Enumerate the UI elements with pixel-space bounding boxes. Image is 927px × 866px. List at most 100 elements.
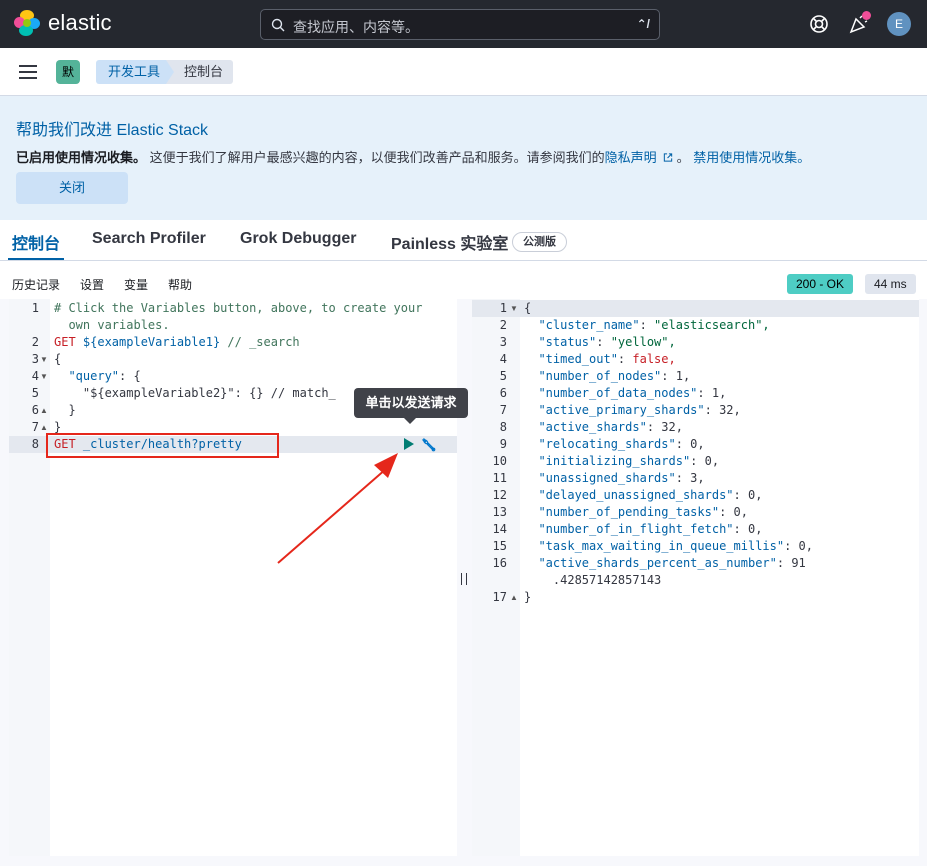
privacy-link[interactable]: 隐私声明 xyxy=(605,150,657,165)
output-code-line: "task_max_waiting_in_queue_millis": 0, xyxy=(524,539,813,553)
output-code-line: "unassigned_shards": 3, xyxy=(524,471,705,485)
search-shortcut: ⌃/ xyxy=(636,17,650,31)
output-line-number: 2 xyxy=(499,318,507,332)
line-number: 7 xyxy=(31,420,39,434)
elastic-logo-icon xyxy=(14,10,40,36)
output-code-line: } xyxy=(524,590,532,604)
output-line-number: 5 xyxy=(499,369,507,383)
line-number: 2 xyxy=(31,335,39,349)
output-code-line: "number_of_nodes": 1, xyxy=(524,369,691,383)
brand-name: elastic xyxy=(48,10,112,35)
beta-badge: 公测版 xyxy=(512,232,567,252)
panel-resize-handle[interactable] xyxy=(461,573,467,585)
output-line-number: 17 xyxy=(492,590,507,604)
breadcrumb-dev-tools[interactable]: 开发工具 xyxy=(96,60,178,84)
tab-search-profiler[interactable]: Search Profiler xyxy=(92,230,206,248)
line-number: 4 xyxy=(31,369,39,383)
output-code-line: "active_shards_percent_as_number": 91 xyxy=(524,556,806,570)
output-code-line: "number_of_in_flight_fetch": 0, xyxy=(524,522,763,536)
breadcrumb-console: 控制台 xyxy=(166,60,234,84)
help-lifebuoy-icon[interactable] xyxy=(808,13,830,35)
output-code-line: "active_primary_shards": 32, xyxy=(524,403,741,417)
output-line-number: 8 xyxy=(499,420,507,434)
output-line-number: 1 xyxy=(499,301,507,315)
disable-telemetry-link[interactable]: 禁用使用情况收集。 xyxy=(693,150,810,165)
external-link-icon xyxy=(663,153,672,162)
wrench-actions-icon[interactable] xyxy=(420,436,438,454)
response-time-badge: 44 ms xyxy=(865,274,916,294)
output-line-number: 10 xyxy=(492,454,507,468)
output-code-line: "delayed_unassigned_shards": 0, xyxy=(524,488,763,502)
send-request-play-icon[interactable] xyxy=(404,438,414,450)
line-number: 5 xyxy=(31,386,39,400)
global-search-input[interactable]: 查找应用、内容等。 ⌃/ xyxy=(260,9,660,40)
output-line-number: 6 xyxy=(499,386,507,400)
fold-toggle-icon[interactable]: ▲ xyxy=(510,593,518,602)
history-button[interactable]: 历史记录 xyxy=(12,276,60,293)
user-avatar[interactable]: E xyxy=(887,12,911,36)
send-request-tooltip: 单击以发送请求 xyxy=(354,388,468,418)
code-line: "${exampleVariable2}": {} // match_ xyxy=(54,386,336,400)
output-code-line: "initializing_shards": 0, xyxy=(524,454,720,468)
output-line-number: 11 xyxy=(492,471,507,485)
output-code-line: "number_of_data_nodes": 1, xyxy=(524,386,727,400)
code-line: own variables. xyxy=(54,318,170,332)
top-header: elastic 查找应用、内容等。 ⌃/ E xyxy=(0,0,927,48)
output-code-line: "cluster_name": "elasticsearch", xyxy=(524,318,770,332)
output-line-number: 13 xyxy=(492,505,507,519)
request-editor[interactable]: 1 2 3 ▼ 4 ▼ 5 6 ▲ 7 ▲ 8 # Click the Vari… xyxy=(9,299,457,856)
output-code-line: "number_of_pending_tasks": 0, xyxy=(524,505,748,519)
output-code-line: "timed_out": false, xyxy=(524,352,676,366)
settings-button[interactable]: 设置 xyxy=(80,276,104,293)
fold-toggle-icon[interactable]: ▼ xyxy=(510,304,518,313)
output-code-line: { xyxy=(524,301,532,315)
help-button[interactable]: 帮助 xyxy=(168,276,192,293)
output-line-number: 7 xyxy=(499,403,507,417)
output-line-number: 9 xyxy=(499,437,507,451)
elastic-logo[interactable]: elastic xyxy=(14,10,112,36)
menu-toggle-icon[interactable] xyxy=(19,65,37,83)
tab-console[interactable]: 控制台 xyxy=(12,230,60,254)
output-active-line xyxy=(472,300,919,317)
output-code-line: .42857142857143 xyxy=(524,573,662,587)
code-line: { xyxy=(54,352,62,366)
output-line-number: 14 xyxy=(492,522,507,536)
space-avatar[interactable]: 默 xyxy=(56,60,80,84)
annotation-highlight-box xyxy=(46,433,279,458)
close-callout-button[interactable]: 关闭 xyxy=(16,172,128,204)
fold-toggle-icon[interactable]: ▲ xyxy=(40,406,48,415)
output-code-line: "status": "yellow", xyxy=(524,335,676,349)
code-line: GET ${exampleVariable1} // _search xyxy=(54,335,300,349)
line-number: 6 xyxy=(31,403,39,417)
callout-body-bold: 已启用使用情况收集。 xyxy=(16,150,147,165)
output-code-line: "active_shards": 32, xyxy=(524,420,683,434)
response-output[interactable]: 1 ▼ {2 "cluster_name": "elasticsearch", 3 "… xyxy=(472,299,919,856)
response-status-badge: 200 - OK xyxy=(787,274,854,294)
line-number: 8 xyxy=(31,437,39,451)
code-line: "query": { xyxy=(54,369,141,383)
notification-dot xyxy=(862,11,871,20)
output-line-number: 16 xyxy=(492,556,507,570)
fold-toggle-icon[interactable]: ▼ xyxy=(40,372,48,381)
code-line: } xyxy=(54,403,76,417)
variables-button[interactable]: 变量 xyxy=(124,276,148,293)
output-line-number: 4 xyxy=(499,352,507,366)
active-tab-underline xyxy=(8,258,64,260)
tab-painless-lab[interactable]: Painless 实验室 xyxy=(391,230,508,254)
search-icon xyxy=(271,18,285,32)
fold-toggle-icon[interactable]: ▼ xyxy=(40,355,48,364)
tooltip-arrow xyxy=(404,418,416,424)
code-line: # Click the Variables button, above, to … xyxy=(54,301,423,315)
callout-title: 帮助我们改进 Elastic Stack xyxy=(16,122,209,139)
line-number: 1 xyxy=(31,301,39,315)
output-line-number: 15 xyxy=(492,539,507,553)
line-number: 3 xyxy=(31,352,39,366)
output-line-number: 12 xyxy=(492,488,507,502)
breadcrumb-bar: 默 开发工具 控制台 xyxy=(0,48,927,96)
callout-body: 已启用使用情况收集。 这便于我们了解用户最感兴趣的内容，以便我们改善产品和服务。… xyxy=(16,150,811,165)
output-code-line: "relocating_shards": 0, xyxy=(524,437,705,451)
fold-toggle-icon[interactable]: ▲ xyxy=(40,423,48,432)
devtools-tabs: 控制台 Search Profiler Grok Debugger Painle… xyxy=(0,220,927,261)
tab-grok-debugger[interactable]: Grok Debugger xyxy=(240,230,356,248)
callout-body-text: 这便于我们了解用户最感兴趣的内容，以便我们改善产品和服务。请参阅我们的 xyxy=(146,150,605,165)
